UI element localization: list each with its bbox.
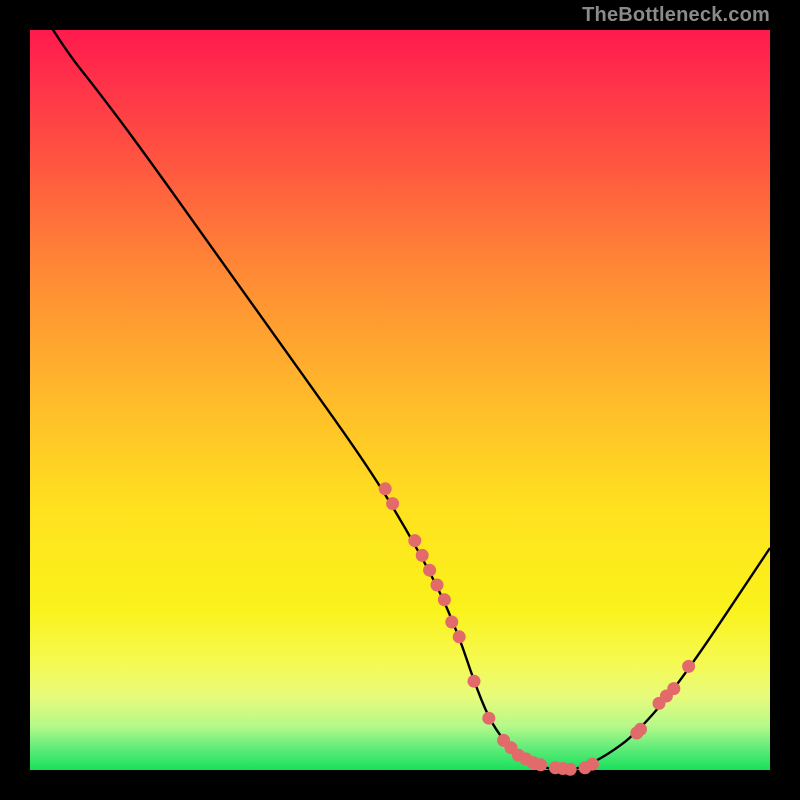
sample-dot (423, 564, 436, 577)
curve-layer (30, 0, 770, 770)
sample-dot (438, 593, 451, 606)
sample-dot (586, 758, 599, 771)
sample-dot (416, 549, 429, 562)
sample-dot (468, 675, 481, 688)
sample-dot (634, 723, 647, 736)
sample-dot (379, 482, 392, 495)
plot-area (30, 30, 770, 770)
sample-dot (408, 534, 421, 547)
sample-dot (445, 616, 458, 629)
sample-dot (667, 682, 680, 695)
sample-dot (534, 758, 547, 771)
attribution-text: TheBottleneck.com (582, 4, 770, 27)
sample-dot (453, 630, 466, 643)
sample-dot (431, 579, 444, 592)
sample-dots (379, 482, 695, 776)
chart-frame: TheBottleneck.com (0, 0, 800, 800)
sample-dot (564, 763, 577, 776)
chart-svg (30, 30, 770, 770)
bottleneck-curve (30, 0, 770, 770)
sample-dot (386, 497, 399, 510)
sample-dot (482, 712, 495, 725)
sample-dot (682, 660, 695, 673)
